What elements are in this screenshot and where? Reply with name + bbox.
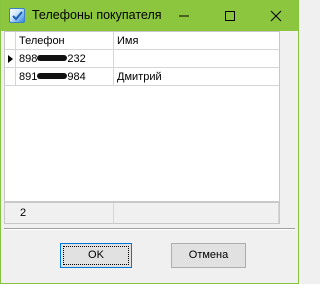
name-cell[interactable]: Дмитрий	[114, 68, 279, 86]
phone-cell[interactable]: 898 232	[16, 50, 114, 68]
row-count: 2	[16, 203, 114, 223]
dialog-window: Телефоны покупателя Телефон Имя 898 232	[0, 0, 299, 284]
row-pointer-icon	[8, 55, 13, 63]
close-icon	[270, 10, 282, 22]
column-header-phone[interactable]: Телефон	[16, 32, 114, 50]
title-bar[interactable]: Телефоны покупателя	[1, 0, 298, 31]
cancel-button[interactable]: Отмена	[171, 243, 246, 268]
minimize-icon	[179, 15, 189, 17]
minimize-button[interactable]	[161, 0, 207, 31]
row-header-corner	[5, 32, 16, 50]
phone-end: 232	[67, 53, 86, 65]
row-selector[interactable]	[5, 50, 16, 68]
table-row[interactable]: 891 984 Дмитрий	[5, 68, 279, 86]
ok-button[interactable]: OK	[60, 243, 132, 268]
cancel-button-label: Отмена	[188, 249, 229, 261]
redaction-scribble	[37, 55, 68, 61]
app-icon	[9, 8, 25, 23]
phones-grid[interactable]: Телефон Имя 898 232 891 984 Дмитрий	[4, 31, 280, 202]
footer-name-cell	[114, 203, 279, 223]
grid-footer: 2	[4, 202, 280, 224]
row-selector[interactable]	[5, 68, 16, 86]
phone-cell[interactable]: 891 984	[16, 68, 114, 86]
grid-header: Телефон Имя	[5, 32, 279, 50]
vertical-scroll-area	[280, 31, 295, 202]
close-button[interactable]	[253, 0, 299, 31]
window-title: Телефоны покупателя	[32, 8, 162, 22]
phone-start: 891	[19, 71, 38, 83]
phone-start: 898	[19, 53, 38, 65]
divider	[4, 228, 295, 230]
table-row[interactable]: 898 232	[5, 50, 279, 68]
redaction-scribble	[37, 73, 68, 79]
phone-end: 984	[67, 71, 86, 83]
column-header-name[interactable]: Имя	[114, 32, 279, 50]
name-cell[interactable]	[114, 50, 279, 68]
maximize-icon	[225, 11, 235, 21]
focus-rect	[63, 246, 129, 265]
maximize-button[interactable]	[207, 0, 253, 31]
